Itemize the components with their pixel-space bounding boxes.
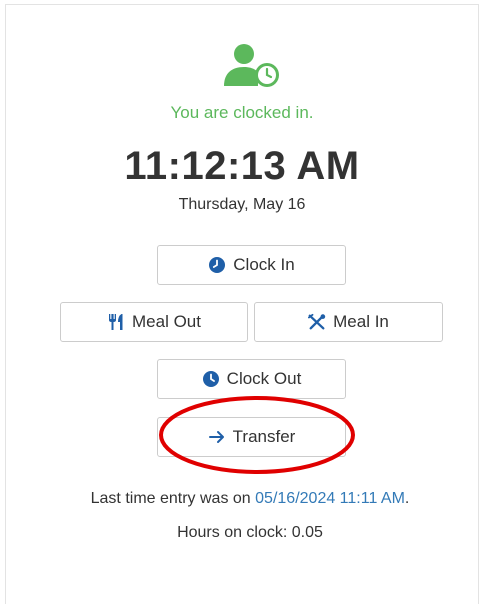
current-date: Thursday, May 16	[178, 196, 306, 213]
last-entry-link[interactable]: 05/16/2024 11:11 AM	[255, 490, 405, 507]
clock-icon	[208, 256, 226, 274]
last-entry-suffix: .	[404, 490, 410, 507]
meal-out-button[interactable]: Meal Out	[60, 302, 248, 342]
current-time: 11:12:13 AM	[124, 144, 360, 188]
transfer-label: Transfer	[232, 427, 296, 446]
meal-in-button[interactable]: Meal In	[254, 302, 443, 342]
last-entry-prefix: Last time entry was on	[90, 490, 251, 507]
clocked-in-status: You are clocked in.	[170, 103, 314, 122]
user-clock-icon	[224, 44, 279, 87]
clock-in-button[interactable]: Clock In	[157, 245, 346, 285]
hours-label: Hours on clock:	[177, 524, 288, 541]
clock-out-button[interactable]: Clock Out	[157, 359, 346, 399]
transfer-button[interactable]: Transfer	[157, 417, 346, 457]
arrow-right-icon	[208, 428, 226, 446]
last-time-entry: Last time entry was on 05/16/2024 11:11 …	[0, 490, 484, 508]
hours-on-clock: Hours on clock: 0.05	[0, 524, 484, 542]
meal-out-label: Meal Out	[132, 312, 201, 331]
utensils-crossed-icon	[308, 313, 326, 331]
clock-out-label: Clock Out	[226, 369, 302, 388]
clock-in-label: Clock In	[233, 255, 295, 274]
hours-value: 0.05	[291, 524, 323, 541]
utensils-icon	[107, 313, 125, 331]
clock-icon	[202, 370, 220, 388]
meal-in-label: Meal In	[333, 312, 389, 331]
